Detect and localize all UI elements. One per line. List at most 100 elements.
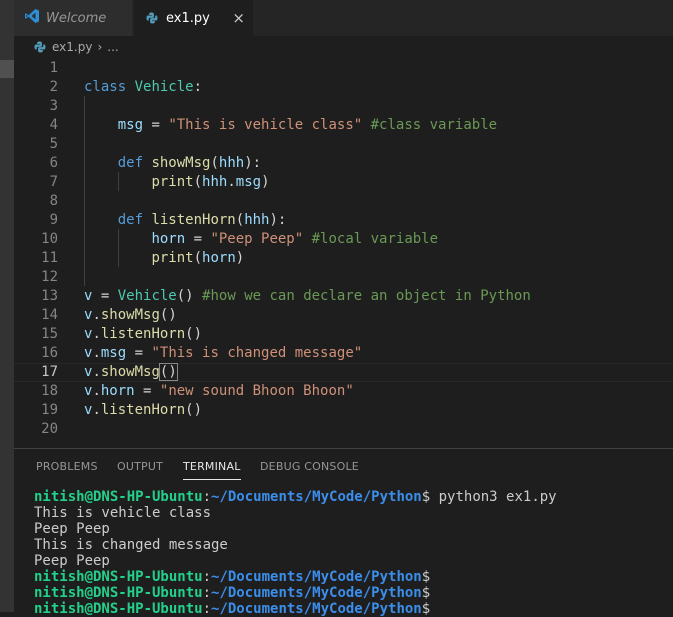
close-icon[interactable]: × — [232, 9, 245, 27]
code-token: ): — [269, 212, 287, 228]
code-token: . — [92, 345, 101, 361]
code-token: () — [159, 307, 177, 323]
code-token: () — [176, 288, 203, 304]
tab-problems[interactable]: PROBLEMS — [36, 460, 98, 473]
code-token: ) — [261, 174, 270, 190]
code-token: = — [185, 231, 211, 247]
code-line[interactable]: 15 v.listenHorn() — [14, 325, 673, 344]
code-line[interactable]: 18 v.horn = "new sound Bhoon Bhoon" — [14, 382, 673, 401]
code-token: hhh — [218, 155, 245, 171]
terminal-line: nitish@DNS-HP-Ubuntu:~/Documents/MyCode/… — [34, 569, 664, 585]
line-number: 16 — [41, 345, 58, 361]
terminal-output-text: Peep Peep — [34, 521, 110, 537]
code-token: listenHorn — [100, 326, 186, 342]
python-icon — [34, 41, 46, 53]
line-number: 2 — [49, 79, 58, 95]
code-line[interactable]: 3 — [14, 97, 673, 116]
code-line[interactable]: 12 — [14, 268, 673, 287]
code-line[interactable]: 10 horn = "Peep Peep" #local variable — [14, 230, 673, 249]
code-token: #local variable — [311, 231, 439, 247]
code-token: . — [92, 402, 101, 418]
terminal-line: nitish@DNS-HP-Ubuntu:~/Documents/MyCode/… — [34, 601, 664, 617]
tab-welcome[interactable]: Welcome — [14, 0, 133, 36]
tab-ex1-py[interactable]: ex1.py × — [134, 0, 253, 36]
code-token: print — [151, 174, 194, 190]
code-text: v = Vehicle() #how we can declare an obj… — [84, 287, 531, 306]
tab-welcome-label: Welcome — [46, 10, 107, 26]
code-line[interactable]: 20 — [14, 420, 673, 439]
prompt-user: nitish@DNS-HP-Ubuntu — [34, 601, 203, 617]
code-token: ( — [193, 174, 203, 190]
code-token: showMsg — [100, 307, 160, 323]
code-line[interactable]: 17 v.showMsg() — [14, 363, 673, 382]
code-token: = — [92, 288, 118, 304]
prompt-dollar: $ — [421, 489, 431, 505]
bottom-panel: PROBLEMS OUTPUT TERMINAL DEBUG CONSOLE n… — [14, 448, 673, 617]
prompt-path: ~/Documents/MyCode/Python — [211, 601, 422, 617]
code-token: listenHorn — [151, 212, 236, 228]
tab-debug-console[interactable]: DEBUG CONSOLE — [260, 460, 359, 473]
activity-bar — [0, 0, 14, 612]
terminal-line: nitish@DNS-HP-Ubuntu:~/Documents/MyCode/… — [34, 489, 664, 505]
line-number: 17 — [41, 364, 58, 380]
code-line[interactable]: 14 v.showMsg() — [14, 306, 673, 325]
code-line[interactable]: 6 def showMsg(hhh): — [14, 154, 673, 173]
line-number: 20 — [41, 421, 58, 437]
code-text: v.showMsg() — [84, 363, 178, 381]
code-token: print — [151, 250, 194, 266]
tab-output[interactable]: OUTPUT — [117, 460, 163, 473]
terminal-output[interactable]: nitish@DNS-HP-Ubuntu:~/Documents/MyCode/… — [34, 489, 664, 617]
code-text: print(hhh.msg) — [84, 173, 270, 192]
code-editor[interactable]: 1 2 class Vehicle: 3 4 msg = "This is vehicl… — [14, 58, 673, 448]
tab-ex1-label: ex1.py — [166, 10, 210, 26]
prompt-separator: : — [202, 601, 212, 617]
code-line[interactable]: 5 — [14, 135, 673, 154]
breadcrumb: ex1.py › ... — [14, 36, 673, 58]
code-token: horn — [151, 231, 186, 247]
line-number: 4 — [49, 117, 58, 133]
terminal-line: nitish@DNS-HP-Ubuntu:~/Documents/MyCode/… — [34, 585, 664, 601]
line-number: 13 — [41, 288, 58, 304]
code-line[interactable]: 9 def listenHorn(hhh): — [14, 211, 673, 230]
terminal-output-text: This is vehicle class — [34, 505, 212, 521]
line-number: 12 — [41, 269, 58, 285]
code-line[interactable]: 13 v = Vehicle() #how we can declare an o… — [14, 287, 673, 306]
line-number: 9 — [49, 212, 58, 228]
prompt-dollar: $ — [421, 569, 431, 585]
code-line[interactable]: 2 class Vehicle: — [14, 78, 673, 97]
code-line[interactable]: 16 v.msg = "This is changed message" — [14, 344, 673, 363]
code-token: ( — [210, 155, 219, 171]
code-token: ): — [244, 155, 262, 171]
line-number: 19 — [41, 402, 58, 418]
line-number: 18 — [41, 383, 58, 399]
prompt-dollar: $ — [421, 585, 431, 601]
code-text: def showMsg(hhh): — [84, 154, 261, 173]
code-line[interactable]: 7 print(hhh.msg) — [14, 173, 673, 192]
code-token: () — [158, 363, 178, 381]
code-token: hhh — [202, 174, 228, 190]
code-token: = — [126, 345, 152, 361]
line-number: 15 — [41, 326, 58, 342]
code-line[interactable]: 19 v.listenHorn() — [14, 401, 673, 420]
terminal-line: This is vehicle class — [34, 505, 664, 521]
breadcrumb-file[interactable]: ex1.py — [52, 40, 92, 54]
tab-terminal[interactable]: TERMINAL — [183, 460, 241, 480]
line-number: 10 — [41, 231, 58, 247]
code-token: . — [92, 383, 101, 399]
breadcrumb-more[interactable]: ... — [107, 40, 118, 54]
code-text: v.listenHorn() — [84, 401, 202, 420]
prompt-user: nitish@DNS-HP-Ubuntu — [34, 569, 203, 585]
code-line[interactable]: 8 — [14, 192, 673, 211]
code-token: showMsg — [151, 155, 211, 171]
code-line[interactable]: 11 print(horn) — [14, 249, 673, 268]
code-text: v.horn = "new sound Bhoon Bhoon" — [84, 382, 354, 401]
code-line[interactable]: 1 — [14, 59, 673, 78]
code-line[interactable]: 4 msg = "This is vehicle class" #class v… — [14, 116, 673, 135]
code-token: . — [92, 364, 101, 380]
